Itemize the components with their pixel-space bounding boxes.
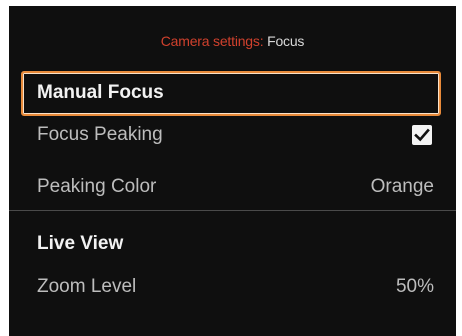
breadcrumb-label: Camera settings: [160, 33, 264, 49]
breadcrumb-page: Focus [267, 33, 305, 49]
focus-peaking-label[interactable]: Focus Peaking [37, 124, 163, 146]
section-divider [9, 210, 456, 211]
section-title-manual-focus: Manual Focus [37, 82, 164, 103]
section-title-live-view: Live View [37, 233, 124, 254]
camera-settings-panel: Camera settings: Focus Manual Focus Focu… [9, 6, 456, 336]
zoom-level-label[interactable]: Zoom Level [37, 276, 136, 298]
zoom-level-value[interactable]: 50% [396, 276, 434, 298]
checkmark-icon [414, 128, 430, 142]
header-breadcrumb: Camera settings: Focus [9, 6, 456, 66]
focus-peaking-checkbox[interactable] [412, 125, 432, 145]
peaking-color-label[interactable]: Peaking Color [37, 176, 156, 198]
peaking-color-value[interactable]: Orange [371, 176, 434, 198]
